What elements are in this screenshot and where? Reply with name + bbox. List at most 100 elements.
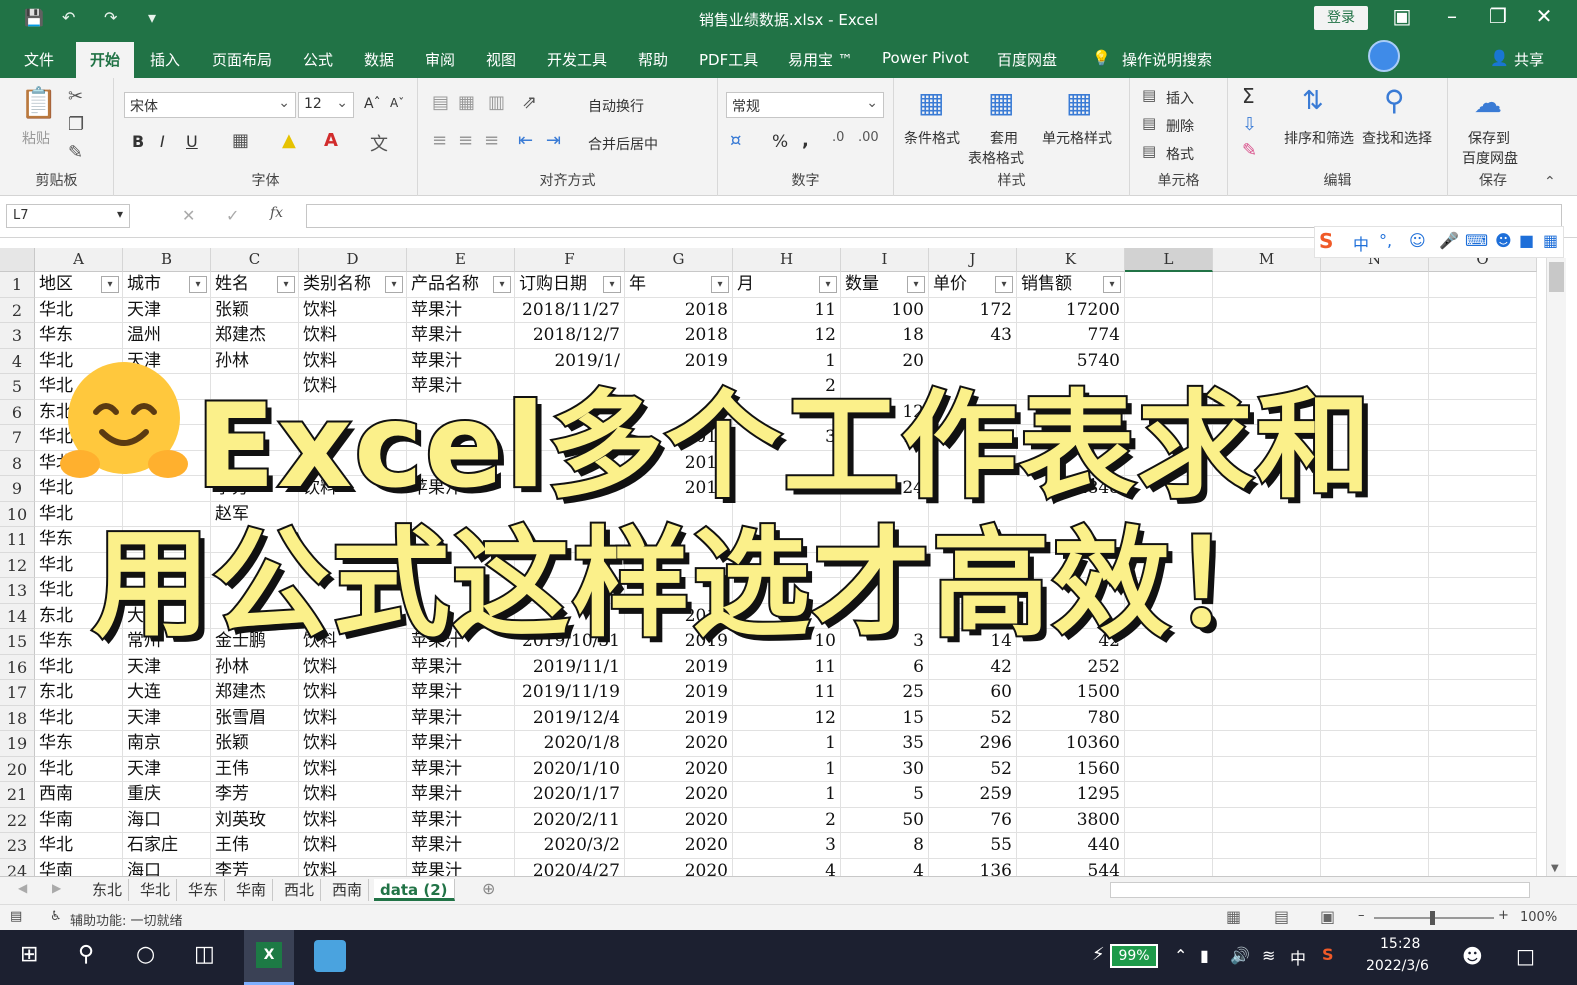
cut-icon[interactable]: ✂ bbox=[68, 86, 83, 107]
row-header[interactable]: 10 bbox=[0, 501, 35, 527]
table-cell[interactable]: 2019 bbox=[625, 705, 733, 731]
table-cell[interactable] bbox=[1321, 272, 1429, 298]
table-cell[interactable]: 52 bbox=[929, 705, 1017, 731]
table-cell[interactable] bbox=[1429, 323, 1537, 349]
sheet-tab[interactable]: 西北 bbox=[278, 879, 322, 901]
column-header[interactable]: C bbox=[211, 248, 299, 272]
table-cell[interactable]: 136 bbox=[929, 858, 1017, 876]
table-cell[interactable] bbox=[1429, 399, 1537, 425]
increase-decimal-icon[interactable]: .0 bbox=[832, 130, 844, 145]
table-cell[interactable]: 李芳 bbox=[211, 782, 299, 808]
tab-easy-tools[interactable]: 易用宝 ™ bbox=[788, 49, 853, 70]
table-cell[interactable] bbox=[1125, 858, 1213, 876]
table-cell[interactable]: 饮料 bbox=[299, 680, 407, 706]
zoom-out-icon[interactable]: – bbox=[1358, 908, 1365, 923]
table-cell[interactable]: 华北 bbox=[35, 297, 123, 323]
table-cell[interactable]: 温州 bbox=[123, 323, 211, 349]
grid-icon[interactable]: ▦ bbox=[1543, 231, 1558, 250]
delete-cells-icon[interactable]: ▤ bbox=[1142, 114, 1156, 132]
table-cell[interactable]: 张颖 bbox=[211, 297, 299, 323]
close-icon[interactable]: ✕ bbox=[1524, 4, 1564, 28]
formula-input[interactable] bbox=[306, 204, 1562, 228]
currency-icon[interactable]: ¤ bbox=[730, 130, 741, 151]
table-cell[interactable]: 华北 bbox=[35, 833, 123, 859]
table-cell[interactable]: 1500 bbox=[1017, 680, 1125, 706]
table-cell[interactable] bbox=[1429, 858, 1537, 876]
table-cell[interactable] bbox=[1321, 629, 1429, 655]
align-right-icon[interactable]: ≡ bbox=[484, 130, 499, 151]
table-cell[interactable] bbox=[1321, 756, 1429, 782]
table-cell[interactable]: 郑建杰 bbox=[211, 323, 299, 349]
column-header[interactable]: I bbox=[841, 248, 929, 272]
table-cell[interactable] bbox=[1125, 680, 1213, 706]
conditional-format-button[interactable]: 条件格式 bbox=[904, 128, 960, 148]
accessibility-status[interactable]: 辅助功能: 一切就绪 bbox=[70, 910, 183, 929]
delete-cells-button[interactable]: 删除 bbox=[1166, 116, 1194, 136]
sheet-tab[interactable]: 西南 bbox=[326, 879, 370, 901]
orientation-icon[interactable]: ⇗ bbox=[522, 92, 537, 113]
excel-taskbar-button[interactable]: X bbox=[244, 930, 294, 985]
row-header[interactable]: 12 bbox=[0, 552, 35, 578]
table-cell[interactable]: 2020/1/10 bbox=[515, 756, 625, 782]
table-cell[interactable] bbox=[1213, 705, 1321, 731]
header-cell[interactable]: 类别名称 ▾ bbox=[299, 272, 407, 298]
tab-developer[interactable]: 开发工具 bbox=[547, 49, 607, 70]
baidu-cloud-icon[interactable]: ☁ bbox=[1474, 86, 1502, 119]
column-header[interactable]: L bbox=[1125, 248, 1213, 272]
table-cell[interactable]: 172 bbox=[929, 297, 1017, 323]
align-top-icon[interactable]: ▤ bbox=[432, 92, 449, 113]
table-cell[interactable] bbox=[1429, 527, 1537, 553]
filter-dropdown-icon[interactable]: ▾ bbox=[385, 276, 403, 293]
header-cell[interactable]: 数量 ▾ bbox=[841, 272, 929, 298]
table-cell[interactable]: 苹果汁 bbox=[407, 807, 515, 833]
table-cell[interactable]: 1560 bbox=[1017, 756, 1125, 782]
table-cell[interactable]: 郑建杰 bbox=[211, 680, 299, 706]
table-cell[interactable] bbox=[1213, 272, 1321, 298]
table-cell[interactable]: 饮料 bbox=[299, 731, 407, 757]
volume-icon[interactable]: 🔊 bbox=[1230, 946, 1250, 965]
tab-data[interactable]: 数据 bbox=[364, 49, 394, 70]
align-left-icon[interactable]: ≡ bbox=[432, 130, 447, 151]
row-header[interactable]: 5 bbox=[0, 374, 35, 400]
table-cell[interactable] bbox=[1125, 756, 1213, 782]
table-cell[interactable]: 2020 bbox=[625, 731, 733, 757]
share-icon[interactable]: 👤 bbox=[1490, 49, 1509, 67]
user-icon[interactable]: ☻ bbox=[1495, 231, 1512, 250]
tab-view[interactable]: 视图 bbox=[486, 49, 516, 70]
table-cell[interactable]: 南京 bbox=[123, 731, 211, 757]
row-header[interactable]: 13 bbox=[0, 578, 35, 604]
page-break-view-icon[interactable]: ▣ bbox=[1320, 907, 1335, 926]
filter-dropdown-icon[interactable]: ▾ bbox=[277, 276, 295, 293]
table-cell[interactable] bbox=[1429, 603, 1537, 629]
table-cell[interactable]: 774 bbox=[1017, 323, 1125, 349]
sogou-tray-icon[interactable]: S bbox=[1322, 945, 1334, 964]
table-cell[interactable] bbox=[1213, 297, 1321, 323]
table-cell[interactable]: 1 bbox=[733, 782, 841, 808]
table-cell[interactable]: 饮料 bbox=[299, 782, 407, 808]
merge-center-button[interactable]: 合并后居中 bbox=[588, 134, 658, 154]
share-button[interactable]: 共享 bbox=[1514, 49, 1544, 70]
cell-styles-icon[interactable]: ▦ bbox=[1066, 86, 1092, 119]
table-cell[interactable]: 18 bbox=[841, 323, 929, 349]
zoom-level[interactable]: 100% bbox=[1520, 910, 1557, 925]
table-cell[interactable]: 440 bbox=[1017, 833, 1125, 859]
header-cell[interactable]: 产品名称 ▾ bbox=[407, 272, 515, 298]
cortana-icon[interactable]: ○ bbox=[136, 942, 155, 967]
table-cell[interactable]: 52 bbox=[929, 756, 1017, 782]
table-cell[interactable]: 饮料 bbox=[299, 756, 407, 782]
table-cell[interactable] bbox=[1429, 578, 1537, 604]
table-cell[interactable]: 3 bbox=[733, 833, 841, 859]
sheet-tab[interactable]: 华南 bbox=[230, 879, 274, 901]
table-cell[interactable]: 饮料 bbox=[299, 807, 407, 833]
macro-record-icon[interactable]: ▤ bbox=[10, 909, 22, 924]
table-cell[interactable] bbox=[1213, 807, 1321, 833]
align-center-icon[interactable]: ≡ bbox=[458, 130, 473, 151]
insert-function-button[interactable]: fx bbox=[270, 205, 283, 221]
table-cell[interactable]: 王伟 bbox=[211, 756, 299, 782]
cell-styles-button[interactable]: 单元格样式 bbox=[1042, 128, 1112, 148]
minimize-icon[interactable]: – bbox=[1432, 4, 1472, 28]
table-cell[interactable]: 1295 bbox=[1017, 782, 1125, 808]
find-select-icon[interactable]: ⚲ bbox=[1384, 84, 1405, 117]
table-cell[interactable]: 饮料 bbox=[299, 705, 407, 731]
table-cell[interactable]: 15 bbox=[841, 705, 929, 731]
